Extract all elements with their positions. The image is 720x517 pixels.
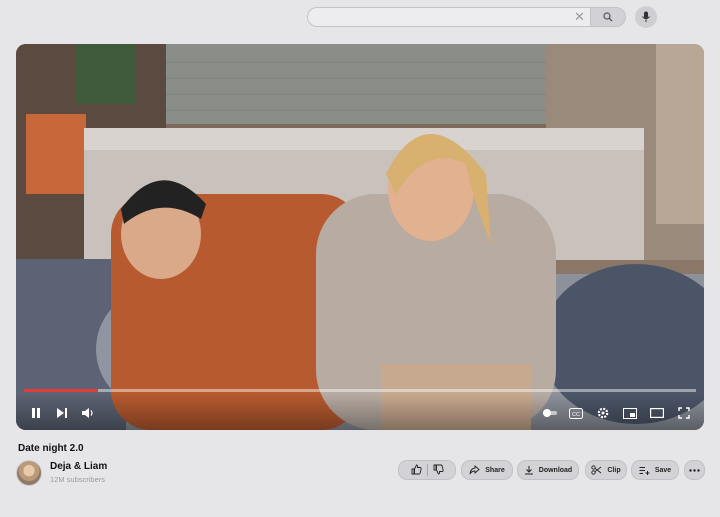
miniplayer-icon — [623, 407, 637, 419]
search-input[interactable] — [318, 10, 572, 26]
next-icon — [57, 408, 67, 418]
share-icon — [469, 465, 480, 475]
svg-text:CC: CC — [572, 412, 580, 418]
clip-label: Clip — [607, 466, 621, 474]
volume-icon — [82, 408, 93, 418]
like-divider — [426, 464, 428, 476]
channel-name[interactable]: Deja & Liam — [50, 461, 107, 472]
autoplay-icon — [543, 409, 557, 417]
volume-button[interactable] — [80, 405, 96, 421]
download-button[interactable]: Download — [517, 460, 579, 480]
more-icon — [689, 468, 700, 472]
playlist-add-icon — [639, 466, 650, 475]
thumbs-down-icon — [433, 464, 444, 474]
theater-icon — [650, 408, 664, 418]
progress-played — [24, 389, 98, 392]
download-label: Download — [538, 466, 573, 474]
search-box[interactable]: ✕ — [307, 7, 590, 27]
video-title: Date night 2.0 — [18, 443, 84, 454]
progress-bar[interactable] — [24, 389, 696, 392]
pause-button[interactable] — [28, 405, 44, 421]
player-controls: CC — [16, 394, 704, 430]
channel-avatar[interactable] — [16, 460, 42, 486]
gear-icon — [597, 407, 609, 419]
save-button[interactable]: Save — [631, 460, 679, 480]
dislike-button[interactable] — [433, 464, 444, 477]
share-button[interactable]: Share — [461, 460, 513, 480]
next-button[interactable] — [54, 405, 70, 421]
captions-button[interactable]: CC — [568, 405, 584, 421]
more-actions-button[interactable] — [684, 460, 705, 480]
microphone-icon — [642, 11, 650, 22]
captions-icon: CC — [569, 407, 583, 419]
like-button[interactable] — [411, 464, 422, 477]
clip-button[interactable]: Clip — [585, 460, 627, 480]
scissors-icon — [591, 465, 602, 475]
share-label: Share — [485, 466, 505, 474]
thumbs-up-icon — [411, 464, 422, 474]
video-frame — [16, 44, 704, 430]
voice-search-button[interactable] — [635, 6, 657, 28]
fullscreen-icon — [678, 407, 690, 419]
subscriber-count: 12M subscribers — [50, 475, 106, 484]
video-player[interactable]: CC — [16, 44, 704, 430]
miniplayer-button[interactable] — [622, 405, 638, 421]
download-icon — [524, 466, 533, 475]
save-label: Save — [654, 466, 672, 474]
pause-icon — [32, 408, 40, 418]
search-button[interactable] — [590, 7, 626, 27]
settings-button[interactable] — [595, 405, 611, 421]
like-dislike-group — [398, 460, 456, 480]
search-icon — [603, 12, 613, 22]
fullscreen-button[interactable] — [676, 405, 692, 421]
autoplay-toggle[interactable] — [542, 405, 558, 421]
theater-mode-button[interactable] — [649, 405, 665, 421]
clear-icon[interactable]: ✕ — [574, 9, 585, 25]
